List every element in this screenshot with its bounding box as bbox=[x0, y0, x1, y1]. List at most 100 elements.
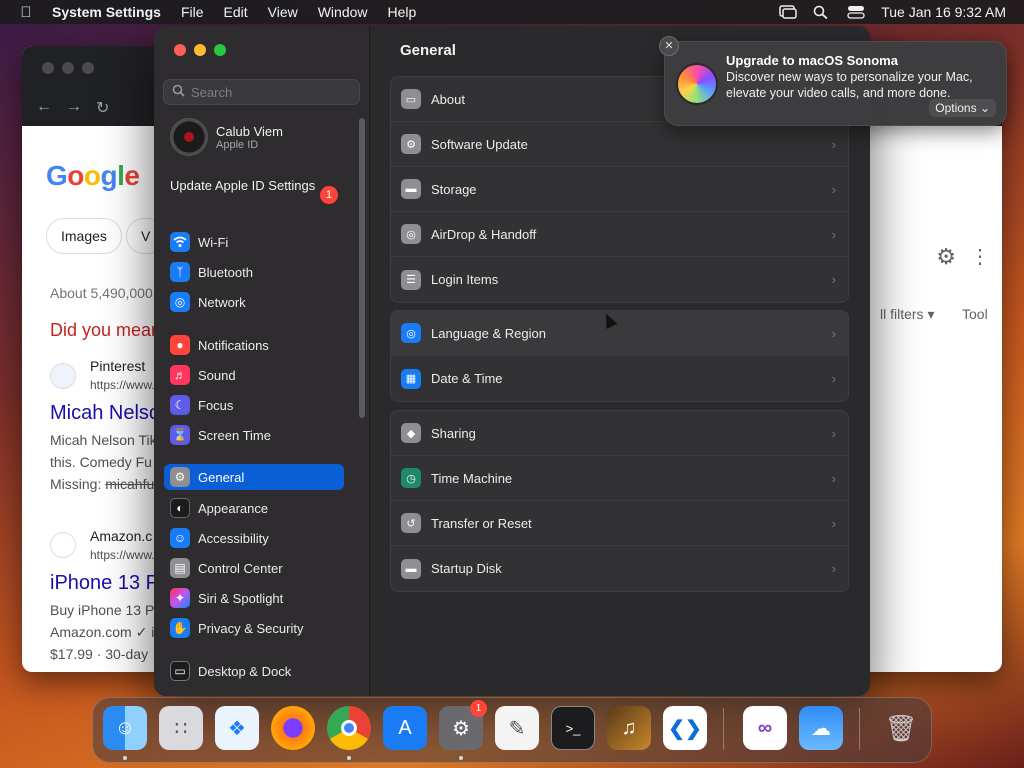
row-label: Storage bbox=[431, 181, 477, 197]
sharing-icon: ◆ bbox=[401, 423, 421, 443]
menu-window[interactable]: Window bbox=[308, 4, 378, 20]
sidebar-item-label: Sound bbox=[198, 367, 236, 383]
back-arrow-icon[interactable]: ← bbox=[36, 98, 52, 118]
app-menu[interactable]: System Settings bbox=[52, 4, 171, 20]
sidebar-item-control-center[interactable]: ▤ Control Center bbox=[164, 555, 344, 581]
result1-site-name[interactable]: Pinterest bbox=[90, 358, 145, 374]
upgrade-notification[interactable]: ✕ Upgrade to macOS Sonoma Discover new w… bbox=[659, 36, 1007, 126]
did-you-mean[interactable]: Did you mean bbox=[50, 320, 161, 341]
row-time-machine[interactable]: ◷ Time Machine › bbox=[391, 456, 848, 501]
search-field[interactable] bbox=[163, 79, 360, 105]
app-store-icon[interactable]: A bbox=[383, 706, 427, 750]
safari-icon[interactable]: ❖ bbox=[215, 706, 259, 750]
menu-help[interactable]: Help bbox=[378, 4, 427, 20]
settings-gear-icon[interactable]: ⚙ bbox=[936, 244, 956, 270]
apple-menu-icon[interactable]:  bbox=[0, 4, 52, 21]
menubar-clock[interactable]: Tue Jan 16 9:32 AM bbox=[881, 4, 1006, 20]
tools-button[interactable]: Tool bbox=[962, 306, 988, 322]
row-language-region[interactable]: ◎ Language & Region › bbox=[391, 311, 848, 356]
browser-zoom-button[interactable] bbox=[82, 62, 94, 74]
minimize-button[interactable] bbox=[194, 44, 206, 56]
menu-file[interactable]: File bbox=[171, 4, 214, 20]
firefox-icon[interactable] bbox=[271, 706, 315, 750]
row-software-update[interactable]: ⚙ Software Update › bbox=[391, 122, 848, 167]
row-sharing[interactable]: ◆ Sharing › bbox=[391, 411, 848, 456]
bluetooth-icon: ᛉ bbox=[170, 262, 190, 282]
chrome-icon[interactable] bbox=[327, 706, 371, 750]
chevron-right-icon: › bbox=[831, 325, 836, 341]
sidebar-item-network[interactable]: ◎ Network bbox=[164, 289, 344, 315]
sidebar-item-appearance[interactable]: ◐ Appearance bbox=[164, 495, 344, 521]
menu-view[interactable]: View bbox=[258, 4, 308, 20]
result1-url[interactable]: https://www. bbox=[90, 378, 155, 392]
sidebar-item-sound[interactable]: ♬ Sound bbox=[164, 362, 344, 388]
more-options-icon[interactable]: ⋮ bbox=[970, 244, 990, 269]
options-button[interactable]: Options ⌄ bbox=[929, 99, 996, 117]
dock-separator bbox=[723, 708, 724, 750]
update-apple-id-settings[interactable]: Update Apple ID Settings bbox=[170, 178, 340, 194]
vscode-icon[interactable]: ❮❯ bbox=[663, 706, 707, 750]
result2-snippet-line3: $17.99 · 30-day bbox=[50, 646, 149, 662]
finder-icon[interactable]: ☺ bbox=[103, 706, 147, 750]
row-startup-disk[interactable]: ▬ Startup Disk › bbox=[391, 546, 848, 591]
zoom-button[interactable] bbox=[214, 44, 226, 56]
launchpad-icon[interactable]: ∷ bbox=[159, 706, 203, 750]
sidebar-scrollbar[interactable] bbox=[359, 118, 365, 418]
browser-close-button[interactable] bbox=[42, 62, 54, 74]
menu-edit[interactable]: Edit bbox=[214, 4, 258, 20]
spotlight-search-icon[interactable] bbox=[813, 5, 831, 20]
sidebar-item-label: Desktop & Dock bbox=[198, 663, 292, 679]
row-airdrop-handoff[interactable]: ◎ AirDrop & Handoff › bbox=[391, 212, 848, 257]
sidebar-item-focus[interactable]: ☾ Focus bbox=[164, 392, 344, 418]
result1-title[interactable]: Micah Nelso bbox=[50, 402, 160, 425]
software-update-icon: ⚙ bbox=[401, 134, 421, 154]
terminal-icon[interactable]: >_ bbox=[551, 706, 595, 750]
close-button[interactable] bbox=[174, 44, 186, 56]
all-filters-button[interactable]: ll filters ▾ bbox=[880, 306, 934, 323]
result2-url[interactable]: https://www. bbox=[90, 548, 155, 562]
browser-minimize-button[interactable] bbox=[62, 62, 74, 74]
bell-icon: ● bbox=[170, 335, 190, 355]
sidebar-item-accessibility[interactable]: ☺ Accessibility bbox=[164, 525, 344, 551]
running-indicator bbox=[123, 756, 127, 760]
row-login-items[interactable]: ☰ Login Items › bbox=[391, 257, 848, 302]
sidebar-item-screen-time[interactable]: ⌛ Screen Time bbox=[164, 422, 344, 448]
result2-site-name[interactable]: Amazon.c bbox=[90, 528, 152, 544]
row-storage[interactable]: ▬ Storage › bbox=[391, 167, 848, 212]
images-filter-chip[interactable]: Images bbox=[46, 218, 122, 254]
missing-term[interactable]: micahfu bbox=[105, 476, 154, 492]
control-center-icon[interactable] bbox=[847, 5, 865, 19]
search-input[interactable] bbox=[191, 84, 351, 100]
row-label: Login Items bbox=[431, 272, 499, 287]
trash-icon[interactable]: 🗑 bbox=[879, 706, 923, 750]
visual-studio-icon[interactable]: ∞ bbox=[743, 706, 787, 750]
sidebar-item-privacy-security[interactable]: ✋ Privacy & Security bbox=[164, 615, 344, 641]
gear-icon: ⚙ bbox=[170, 467, 190, 487]
weather-icon[interactable]: ☁ bbox=[799, 706, 843, 750]
browser-window-controls bbox=[42, 62, 94, 74]
airdrop-icon: ◎ bbox=[401, 224, 421, 244]
forward-arrow-icon[interactable]: → bbox=[66, 98, 82, 118]
sidebar-item-desktop-dock[interactable]: ▭ Desktop & Dock bbox=[164, 658, 344, 684]
browser-nav: ← → ↻ bbox=[36, 98, 109, 118]
window-controls bbox=[174, 44, 226, 56]
sidebar-item-wifi[interactable]: Wi-Fi bbox=[164, 229, 344, 255]
profile-text: Calub Viem Apple ID bbox=[216, 124, 283, 151]
reload-icon[interactable]: ↻ bbox=[96, 98, 109, 118]
apple-id-profile[interactable]: Calub Viem Apple ID bbox=[170, 118, 283, 156]
dock-separator bbox=[859, 708, 860, 750]
sidebar-item-notifications[interactable]: ● Notifications bbox=[164, 332, 344, 358]
screen-mirroring-icon[interactable] bbox=[779, 5, 797, 19]
row-transfer-reset[interactable]: ↺ Transfer or Reset › bbox=[391, 501, 848, 546]
sidebar-item-general[interactable]: ⚙ General bbox=[164, 464, 344, 490]
sidebar-item-bluetooth[interactable]: ᛉ Bluetooth bbox=[164, 259, 344, 285]
sidebar-item-siri-spotlight[interactable]: ✦ Siri & Spotlight bbox=[164, 585, 344, 611]
row-date-time[interactable]: ▦ Date & Time › bbox=[391, 356, 848, 401]
row-label: Software Update bbox=[431, 136, 528, 152]
result2-title[interactable]: iPhone 13 P bbox=[50, 572, 159, 595]
textedit-icon[interactable]: ✎ bbox=[495, 706, 539, 750]
google-logo[interactable]: Google bbox=[46, 160, 140, 192]
close-icon[interactable]: ✕ bbox=[659, 36, 679, 56]
garageband-icon[interactable]: ♫ bbox=[607, 706, 651, 750]
result1-snippet-line2: this. Comedy Fu bbox=[50, 454, 152, 470]
